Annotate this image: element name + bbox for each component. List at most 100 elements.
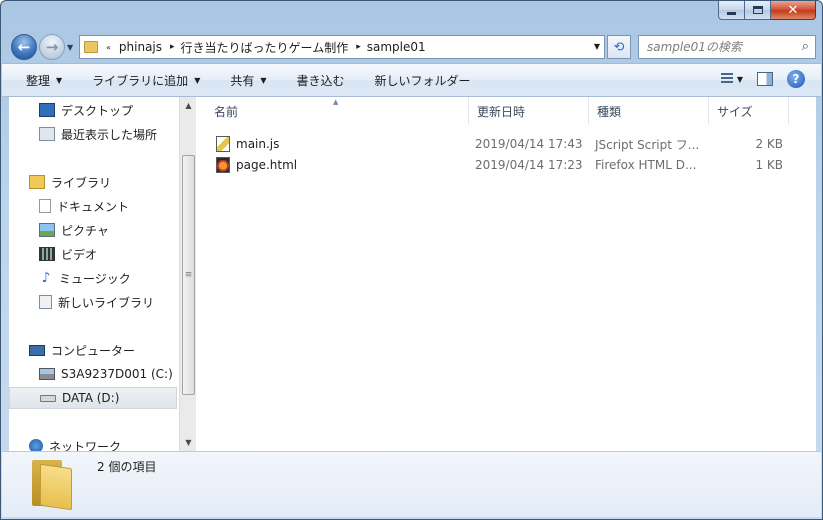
sidebar-item-pictures[interactable]: ピクチャ — [9, 219, 109, 241]
new-folder-button[interactable]: 新しいフォルダー — [365, 68, 481, 93]
column-header-name[interactable]: ▲ 名前 — [196, 97, 469, 125]
sidebar-item-label: ミュージック — [59, 271, 131, 286]
address-dropdown-icon[interactable]: ▼ — [594, 42, 600, 51]
file-type: JScript Script フ... — [595, 137, 700, 152]
navigation-row: ← → ▼ « phinajs ▸ 行き当たりばったりゲーム制作 ▸ sampl… — [1, 31, 822, 63]
navigation-scrollbar[interactable]: ▲ ≡ ▼ — [179, 97, 196, 451]
search-box[interactable]: ⌕ — [638, 35, 816, 59]
file-modified: 2019/04/14 17:23 — [475, 158, 583, 172]
breadcrumb-phinajs[interactable]: phinajs — [119, 40, 162, 54]
sidebar-item-label: DATA (D:) — [62, 391, 120, 405]
recent-places-icon — [39, 127, 55, 141]
close-icon: ✕ — [787, 2, 799, 18]
sidebar-item-label: ビデオ — [61, 247, 98, 262]
firefox-html-icon — [216, 157, 230, 173]
refresh-button[interactable]: ⟲ — [607, 35, 631, 59]
column-header-modified[interactable]: 更新日時 — [469, 97, 589, 125]
network-icon — [29, 439, 43, 451]
file-type: Firefox HTML D... — [595, 158, 697, 172]
file-row-main-js[interactable]: main.js 2019/04/14 17:43 JScript Script … — [208, 133, 808, 155]
sidebar-item-new-library[interactable]: 新しいライブラリ — [9, 291, 154, 313]
local-disk-icon — [39, 368, 55, 380]
folder-icon — [30, 458, 72, 511]
organize-menu[interactable]: 整理 ▼ — [16, 68, 72, 93]
sidebar-item-drive-c[interactable]: S3A9237D001 (C:) — [9, 363, 173, 385]
view-controls: ▼ ? — [720, 70, 805, 88]
column-header-row: ▲ 名前 更新日時 種類 サイズ — [196, 97, 816, 125]
recent-pages-dropdown[interactable]: ▼ — [67, 43, 73, 52]
maximize-button[interactable] — [745, 1, 771, 20]
share-label: 共有 — [230, 73, 255, 88]
caption-buttons: ✕ — [718, 1, 816, 21]
column-header-size[interactable]: サイズ — [709, 97, 789, 125]
column-label: 更新日時 — [477, 104, 526, 119]
file-size: 1 KB — [755, 158, 783, 172]
sidebar-item-drive-d[interactable]: DATA (D:) — [9, 387, 177, 409]
burn-label: 書き込む — [296, 73, 345, 88]
breadcrumb-sample01[interactable]: sample01 — [367, 40, 426, 54]
sidebar-item-label: ドキュメント — [57, 199, 130, 214]
file-row-page-html[interactable]: page.html 2019/04/14 17:23 Firefox HTML … — [208, 154, 808, 176]
title-bar[interactable]: ✕ — [1, 1, 822, 31]
scroll-up-icon[interactable]: ▲ — [180, 97, 197, 114]
music-icon: ♪ — [41, 270, 51, 286]
close-button[interactable]: ✕ — [771, 1, 816, 20]
new-folder-label: 新しいフォルダー — [374, 73, 471, 88]
sidebar-item-label: コンピューター — [51, 343, 136, 358]
help-icon[interactable]: ? — [787, 70, 805, 88]
forward-arrow-icon: → — [45, 38, 59, 56]
minimize-button[interactable] — [718, 1, 745, 20]
column-label: 名前 — [214, 104, 239, 119]
sidebar-item-music[interactable]: ♪ ミュージック — [9, 267, 131, 289]
refresh-icon: ⟲ — [613, 39, 625, 55]
chevron-down-icon: ▼ — [260, 75, 267, 85]
preview-pane-icon[interactable] — [757, 72, 773, 86]
chevron-down-icon: ▼ — [194, 75, 201, 85]
change-view-button[interactable]: ▼ — [720, 73, 743, 85]
column-header-type[interactable]: 種類 — [589, 97, 709, 125]
details-pane: 2 個の項目 — [2, 451, 821, 517]
breadcrumb-game-project[interactable]: 行き当たりばったりゲーム制作 — [181, 39, 349, 56]
chevron-right-icon[interactable]: ▸ — [356, 42, 361, 52]
sidebar-item-computer[interactable]: コンピューター — [9, 339, 135, 361]
scroll-down-icon[interactable]: ▼ — [180, 434, 197, 451]
folder-icon — [84, 41, 98, 53]
column-label: サイズ — [717, 104, 753, 119]
maximize-icon — [752, 6, 763, 14]
burn-button[interactable]: 書き込む — [287, 68, 355, 93]
chevron-down-icon: ▼ — [56, 75, 63, 85]
search-input[interactable] — [647, 40, 787, 54]
chevron-down-icon: ▼ — [736, 74, 743, 84]
sidebar-item-documents[interactable]: ドキュメント — [9, 195, 129, 217]
sidebar-item-recent-places[interactable]: 最近表示した場所 — [9, 123, 157, 145]
breadcrumb-overflow[interactable]: « — [106, 43, 111, 52]
back-arrow-icon: ← — [17, 38, 31, 56]
chevron-right-icon[interactable]: ▸ — [170, 42, 175, 52]
forward-button[interactable]: → — [39, 34, 65, 60]
desktop-icon — [39, 103, 55, 117]
sidebar-item-label: 最近表示した場所 — [61, 127, 158, 142]
address-bar[interactable]: « phinajs ▸ 行き当たりばったりゲーム制作 ▸ sample01 ▼ — [79, 35, 605, 59]
sidebar-item-label: ピクチャ — [61, 223, 109, 238]
videos-icon — [39, 247, 55, 261]
command-bar: 整理 ▼ ライブラリに追加 ▼ 共有 ▼ 書き込む 新しいフォルダー ▼ ? — [2, 63, 821, 97]
minimize-icon — [727, 11, 736, 15]
add-to-library-menu[interactable]: ライブラリに追加 ▼ — [82, 68, 210, 93]
file-name-cell: main.js — [208, 136, 469, 152]
sidebar-item-libraries[interactable]: ライブラリ — [9, 171, 111, 193]
sidebar-item-network[interactable]: ネットワーク — [9, 435, 121, 451]
share-menu[interactable]: 共有 ▼ — [220, 68, 276, 93]
sidebar-item-label: 新しいライブラリ — [58, 295, 155, 310]
new-library-icon — [39, 295, 52, 309]
add-to-library-label: ライブラリに追加 — [92, 73, 189, 88]
back-button[interactable]: ← — [11, 34, 37, 60]
file-modified: 2019/04/14 17:43 — [475, 137, 583, 151]
item-count: 2 個の項目 — [97, 460, 157, 474]
sidebar-item-desktop[interactable]: デスクトップ — [9, 99, 133, 121]
documents-icon — [39, 199, 51, 213]
scroll-thumb[interactable]: ≡ — [182, 155, 195, 395]
drive-icon — [40, 394, 56, 402]
column-label: 種類 — [597, 104, 622, 119]
search-icon[interactable]: ⌕ — [802, 39, 809, 54]
sidebar-item-videos[interactable]: ビデオ — [9, 243, 97, 265]
